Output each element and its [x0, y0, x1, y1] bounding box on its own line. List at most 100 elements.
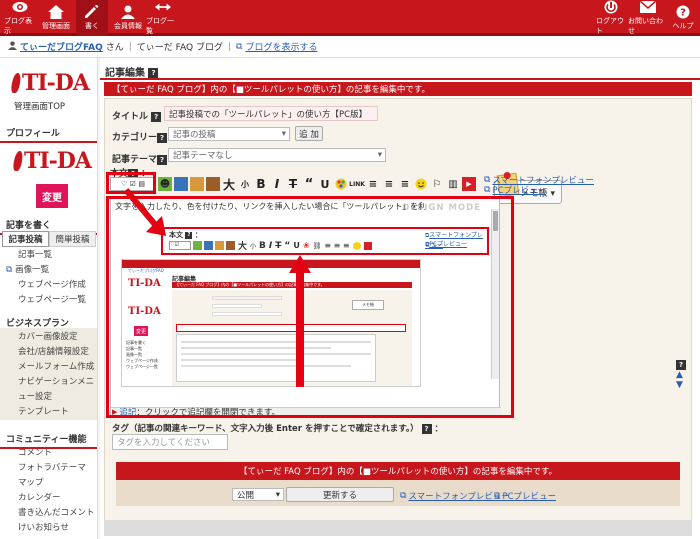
top-nav-bar: ブログ表示 管理画面 書く 会員情報 ブログ一覧 ログアウト お問い合わせ ? … [0, 0, 700, 36]
underline-icon[interactable]: U [318, 177, 332, 191]
chevron-down-icon: ▾ [377, 150, 382, 160]
image-insert-icon[interactable] [174, 177, 188, 191]
heading-rule [100, 78, 700, 80]
user-icon [120, 5, 136, 19]
eye-icon [12, 0, 28, 14]
change-profile-button[interactable]: 変更 [36, 184, 68, 208]
add-category-button[interactable]: 追 加 [295, 126, 323, 141]
admin-top-link[interactable]: 管理画面TOP [14, 100, 65, 112]
font-large-icon[interactable]: 大 [222, 177, 236, 192]
pencil-icon [84, 5, 100, 19]
blog-owner-link[interactable]: てぃーだブログFAQ [20, 40, 103, 53]
mail-icon [640, 0, 656, 14]
sidebar-item-webpage-create[interactable]: ウェブページ作成 [0, 278, 97, 293]
sidebar-item-navigation-menu[interactable]: ナビゲーションメニュー設定 [0, 375, 97, 405]
image-icon: ⧉ [6, 265, 13, 275]
italic-icon[interactable]: I [270, 177, 284, 191]
quote-icon[interactable]: “ [302, 177, 316, 192]
expand-up-icon[interactable]: ▲ [676, 370, 686, 380]
preview-label: PCプレビュー [502, 492, 556, 502]
bottom-banner: 【てぃーだ FAQ ブログ】内の【■ツールパレットの使い方】の記事を編集中です。 [116, 462, 680, 480]
divider: | [128, 41, 132, 52]
help-icon[interactable]: ? [157, 154, 168, 165]
sidebar-item-cover-image[interactable]: カバー画像設定 [0, 330, 97, 345]
nav-label: 書く [85, 22, 99, 30]
footer-strip [104, 520, 692, 536]
tag-input[interactable]: タグを入力してください [112, 434, 228, 450]
youtube-icon[interactable]: ▶ [462, 177, 476, 191]
flame-icon [12, 151, 24, 171]
map-icon[interactable]: ⚐ [430, 177, 444, 191]
align-left-icon[interactable]: ≡ [366, 177, 380, 191]
tida-logo[interactable]: TI-DA [10, 70, 90, 96]
sidebar-item-company-info[interactable]: 会社/店舗情報設定 [0, 345, 97, 360]
nav-label: ブログ一覧 [146, 17, 174, 35]
nav-write[interactable]: 書く [76, 0, 108, 36]
title-input[interactable]: 記事投稿での「ツールパレット」の使い方【PC版】 [164, 106, 378, 121]
sidebar-item-photo-theme[interactable]: フォトラバテーマ [0, 461, 97, 476]
help-icon[interactable]: ? [151, 111, 162, 122]
side-controls: ? ▲ ▼ [676, 360, 686, 390]
nav-label: ブログ表示 [4, 17, 32, 35]
sidebar-item-image-list[interactable]: ⧉ 画像一覧 [0, 263, 97, 278]
view-blog-link[interactable]: ブログを表示する [245, 40, 317, 53]
sidebar-item-comment[interactable]: コメント [0, 446, 97, 461]
divider: | [227, 41, 231, 52]
status-select[interactable]: 公開 ▾ [232, 488, 284, 501]
preview-label: PCプレビュー [492, 186, 546, 196]
category-select[interactable]: 記事の投稿 ▾ [168, 127, 290, 141]
help-icon[interactable]: ? [148, 68, 159, 78]
bottom-pc-preview[interactable]: ⧉ PCプレビュー [494, 490, 556, 502]
sidebar: TI-DA 管理画面TOP プロフィール TI-DA 変更 記事を書く 記事投稿… [0, 58, 98, 539]
sidebar-item-calendar[interactable]: カレンダー [0, 491, 97, 506]
color-palette-icon[interactable] [334, 177, 348, 191]
bold-icon[interactable]: B [254, 177, 268, 191]
theme-value: 記事テーマなし [173, 151, 233, 161]
help-icon[interactable]: ? [676, 360, 686, 370]
sidebar-item-mail-form[interactable]: メールフォーム作成 [0, 360, 97, 375]
nav-member[interactable]: 会員情報 [112, 0, 144, 36]
tab-post[interactable]: 記事投稿 [2, 231, 49, 247]
align-right-icon[interactable]: ≡ [398, 177, 412, 191]
nav-logout[interactable]: ログアウト [596, 0, 626, 36]
album-icon[interactable] [206, 177, 220, 191]
sidebar-item-map[interactable]: マップ [0, 476, 97, 491]
font-small-icon[interactable]: 小 [238, 177, 252, 191]
sidebar-item-notice[interactable]: けいお知らせ [0, 521, 97, 536]
tab-simple-post[interactable]: 簡単投稿 [49, 231, 96, 247]
home-icon [48, 5, 64, 19]
attachment-icon[interactable]: ▥ [446, 177, 460, 191]
flame-icon [10, 73, 22, 93]
update-button[interactable]: 更新する [286, 487, 394, 502]
external-link-icon: ⧉ [400, 491, 407, 501]
nav-label: ログアウト [596, 17, 624, 35]
help-icon[interactable]: ? [157, 132, 168, 143]
expand-down-icon[interactable]: ▼ [676, 380, 686, 390]
sidebar-item-article-list[interactable]: 記事一覧 [0, 248, 97, 263]
align-center-icon[interactable]: ≡ [382, 177, 396, 191]
nav-blog-list[interactable]: ブログ一覧 [146, 0, 180, 36]
strikethrough-icon[interactable]: T [286, 177, 300, 191]
nav-label: 管理画面 [42, 22, 70, 30]
link-icon[interactable]: LINK [349, 177, 365, 191]
power-icon [603, 0, 619, 14]
svg-text:?: ? [680, 8, 686, 19]
nav-label: お問い合わせ [628, 17, 663, 35]
user-bar: てぃーだブログFAQ さん | てぃーだ FAQ ブログ | ⧉ ブログを表示す… [0, 36, 700, 58]
sidebar-item-webpage-list[interactable]: ウェブページ一覧 [0, 293, 97, 308]
pc-preview-link[interactable]: ⧉ PCプレビュー [484, 184, 546, 196]
nav-contact[interactable]: お問い合わせ [628, 0, 668, 36]
theme-select[interactable]: 記事テーマなし ▾ [168, 148, 386, 162]
chevron-down-icon: ▾ [275, 489, 280, 500]
status-value: 公開 [237, 490, 255, 501]
san-label: さん [105, 43, 124, 53]
photo-icon[interactable] [190, 177, 204, 191]
smile-icon[interactable] [414, 177, 428, 191]
sidebar-item-label: 画像一覧 [15, 265, 50, 275]
nav-blog-view[interactable]: ブログ表示 [4, 0, 36, 36]
nav-admin[interactable]: 管理画面 [40, 0, 72, 36]
sidebar-item-written-comments[interactable]: 書き込んだコメント [0, 506, 97, 521]
help-icon[interactable]: ? [421, 423, 432, 434]
sidebar-item-template[interactable]: テンプレート [0, 405, 97, 420]
nav-help[interactable]: ? ヘルプ [670, 0, 696, 36]
